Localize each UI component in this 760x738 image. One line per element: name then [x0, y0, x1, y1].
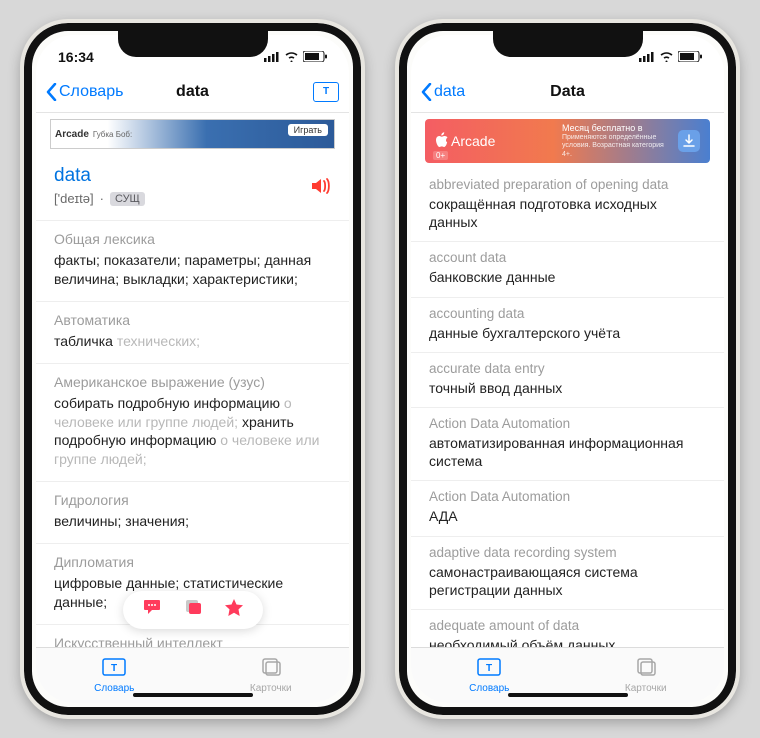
list-item[interactable]: Action Data Automation АДА [411, 481, 724, 536]
nav-title: data [176, 83, 209, 101]
content-area: Arcade Губка Боб: Играть data ['deɪtə] ·… [36, 113, 349, 647]
ad-text: Месяц бесплатно в Применяются определённ… [562, 123, 672, 159]
item-body: АДА [429, 507, 706, 525]
section-label: Дипломатия [54, 554, 331, 570]
tab-label: Словарь [94, 683, 134, 694]
word-title: data [54, 165, 331, 187]
ad-cta[interactable]: Играть [288, 124, 328, 136]
dictionary-icon: T [477, 658, 501, 681]
wifi-icon [659, 49, 674, 65]
section-label: Автоматика [54, 312, 331, 328]
item-body: автоматизированная информационная систем… [429, 434, 706, 470]
home-indicator[interactable] [133, 693, 253, 697]
section-label: Общая лексика [54, 231, 331, 247]
list-item[interactable]: Action Data Automation автоматизированна… [411, 408, 724, 481]
definition-section: Автоматика табличка технических; [36, 302, 349, 364]
cards-tab-icon [635, 658, 657, 681]
item-body: данные бухгалтерского учёта [429, 324, 706, 342]
screen: data Data Arcade 0+ Месяц бесплатно в Пр… [411, 35, 724, 703]
dictionary-icon: T [102, 658, 126, 681]
list-item[interactable]: accounting data данные бухгалтерского уч… [411, 298, 724, 353]
section-label: Американское выражение (узус) [54, 374, 331, 390]
ad-banner[interactable]: Arcade Губка Боб: Играть [50, 119, 335, 149]
phone-right: data Data Arcade 0+ Месяц бесплатно в Пр… [395, 19, 740, 719]
item-body: точный ввод данных [429, 379, 706, 397]
definition-section: Гидрология величины; значения; [36, 482, 349, 544]
item-label: adaptive data recording system [429, 545, 706, 560]
ad-brand: Arcade [451, 133, 495, 149]
list-item[interactable]: account data банковские данные [411, 242, 724, 297]
section-body: факты; показатели; параметры; данная вел… [54, 251, 331, 289]
speaker-icon[interactable] [311, 177, 331, 200]
nav-bar: data Data [411, 71, 724, 113]
ad-banner[interactable]: Arcade 0+ Месяц бесплатно в Применяются … [425, 119, 710, 163]
tab-label: Словарь [469, 683, 509, 694]
section-body: табличка технических; [54, 332, 331, 351]
floating-toolbar [123, 591, 263, 629]
nav-title: Data [550, 83, 585, 101]
svg-text:T: T [111, 663, 117, 674]
svg-text:T: T [486, 663, 492, 674]
item-label: Action Data Automation [429, 489, 706, 504]
definition-section: Общая лексика факты; показатели; парамет… [36, 221, 349, 302]
signal-icon [639, 49, 655, 65]
item-label: accounting data [429, 306, 706, 321]
item-label: accurate data entry [429, 361, 706, 376]
section-body: собирать подробную информацию о человеке… [54, 394, 331, 470]
nav-bar: Словарь data T [36, 71, 349, 113]
word-pronunciation: ['deɪtə] · СУЩ [54, 191, 331, 206]
word-header: data ['deɪtə] · СУЩ [36, 155, 349, 221]
phone-left: 16:34 Словарь data T [20, 19, 365, 719]
wifi-icon [284, 49, 299, 65]
list-item[interactable]: adaptive data recording system самонастр… [411, 537, 724, 610]
item-label: abbreviated preparation of opening data [429, 177, 706, 192]
battery-icon [678, 49, 702, 65]
text-mode-button[interactable]: T [313, 82, 339, 102]
item-label: account data [429, 250, 706, 265]
notch [493, 31, 643, 57]
apple-logo-icon [435, 132, 449, 151]
signal-icon [264, 49, 280, 65]
item-body: банковские данные [429, 268, 706, 286]
back-button[interactable]: data [421, 83, 465, 101]
item-body: самонастраивающаяся система регистрации … [429, 563, 706, 599]
back-label: Словарь [59, 83, 123, 101]
screen: 16:34 Словарь data T [36, 35, 349, 703]
list-item[interactable]: adequate amount of data необходимый объё… [411, 610, 724, 647]
battery-icon [303, 49, 327, 65]
home-indicator[interactable] [508, 693, 628, 697]
item-body: сокращённая подготовка исходных данных [429, 195, 706, 231]
notch [118, 31, 268, 57]
back-button[interactable]: Словарь [46, 83, 123, 101]
item-label: adequate amount of data [429, 618, 706, 633]
item-label: Action Data Automation [429, 416, 706, 431]
list-item[interactable]: abbreviated preparation of opening data … [411, 169, 724, 242]
cards-tab-icon [260, 658, 282, 681]
tab-label: Карточки [250, 683, 292, 694]
status-right [264, 49, 327, 65]
status-time: 16:34 [58, 49, 94, 65]
definition-section: Американское выражение (узус) собирать п… [36, 364, 349, 483]
tab-label: Карточки [625, 683, 667, 694]
list-item[interactable]: accurate data entry точный ввод данных [411, 353, 724, 408]
comment-icon[interactable] [143, 599, 161, 621]
ad-sub: Губка Боб: [93, 130, 132, 139]
back-label: data [434, 83, 465, 101]
ad-age-rating: 0+ [433, 151, 448, 160]
content-area: Arcade 0+ Месяц бесплатно в Применяются … [411, 113, 724, 647]
star-icon[interactable] [225, 599, 243, 621]
item-body: необходимый объём данных [429, 636, 706, 647]
status-right [639, 49, 702, 65]
cards-icon[interactable] [183, 599, 203, 621]
download-icon[interactable] [678, 130, 700, 152]
section-body: величины; значения; [54, 512, 331, 531]
pos-chip: СУЩ [110, 192, 145, 206]
section-label: Гидрология [54, 492, 331, 508]
ad-brand: Arcade [55, 129, 89, 140]
section-label: Искусственный интеллект [54, 635, 331, 647]
